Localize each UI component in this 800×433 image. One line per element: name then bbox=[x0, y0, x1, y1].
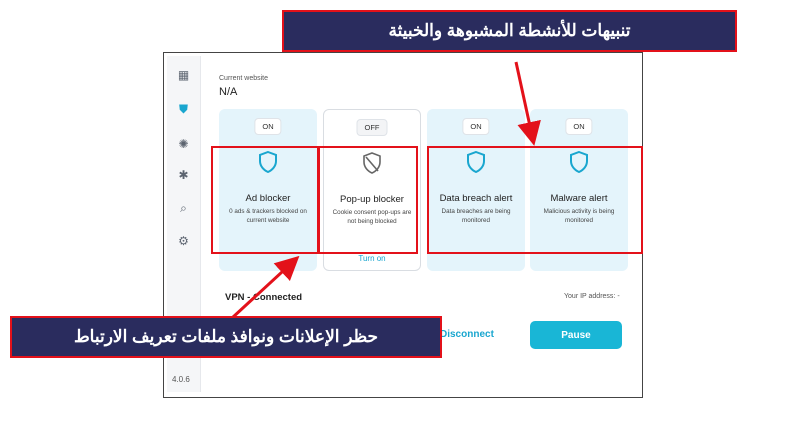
pause-button[interactable]: Pause bbox=[530, 321, 622, 349]
status-toggle[interactable]: ON bbox=[462, 118, 490, 135]
status-toggle[interactable]: OFF bbox=[356, 119, 388, 136]
grid-icon[interactable]: ▦ bbox=[167, 64, 200, 86]
highlight-box-pop-up-blocker bbox=[318, 146, 418, 254]
callout-top: تنبيهات للأنشطة المشبوهة والخبيثة bbox=[282, 10, 737, 52]
search-icon[interactable]: ⌕ bbox=[167, 197, 200, 219]
disconnect-button[interactable]: Disconnect bbox=[440, 329, 494, 340]
ip-address: Your IP address: - bbox=[564, 293, 620, 300]
current-website-label: Current website bbox=[219, 75, 269, 82]
virus-icon[interactable]: ✺ bbox=[167, 133, 200, 155]
status-toggle[interactable]: ON bbox=[254, 118, 282, 135]
shield-icon[interactable]: ⛊ bbox=[167, 98, 200, 120]
highlight-box-ad-blocker bbox=[211, 146, 319, 254]
status-toggle[interactable]: ON bbox=[565, 118, 593, 135]
vpn-status: VPN - Connected bbox=[225, 292, 303, 303]
gear-icon[interactable]: ⚙ bbox=[167, 230, 200, 252]
callout-bottom: حظر الإعلانات ونوافذ ملفات تعريف الارتبا… bbox=[10, 316, 442, 358]
bug-icon[interactable]: ✱ bbox=[167, 164, 200, 186]
highlight-box-alerts bbox=[427, 146, 643, 254]
turn-on-link[interactable]: Turn on bbox=[324, 254, 420, 263]
version-label: 4.0.6 bbox=[172, 375, 190, 384]
current-website-value: N/A bbox=[219, 86, 238, 98]
